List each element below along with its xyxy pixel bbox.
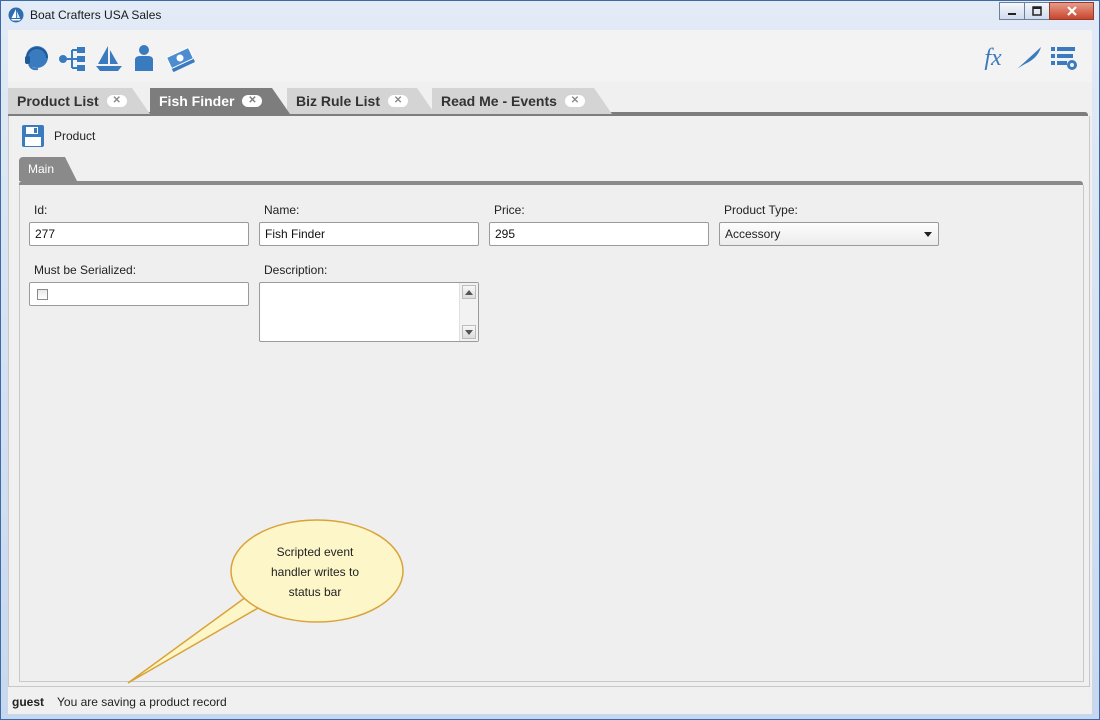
record-toolbar: Product bbox=[22, 124, 95, 148]
headset-icon-svg bbox=[25, 46, 48, 71]
tab-label: Read Me - Events bbox=[441, 93, 557, 109]
app-window: Boat Crafters USA Sales fx Product List … bbox=[0, 0, 1100, 720]
list-settings-icon[interactable] bbox=[1050, 43, 1080, 73]
must-be-serialized-field bbox=[29, 282, 249, 306]
app-sailboat-icon bbox=[8, 7, 24, 23]
status-bar: guest You are saving a product record bbox=[8, 690, 1092, 714]
sitemap-icon-svg bbox=[59, 47, 85, 71]
quill-icon[interactable] bbox=[1013, 43, 1043, 73]
maximize-icon bbox=[1032, 6, 1042, 16]
price-field[interactable]: 295 bbox=[489, 222, 709, 246]
tab-close-icon[interactable]: ✕ bbox=[565, 95, 585, 107]
id-field[interactable]: 277 bbox=[29, 222, 249, 246]
tab-close-icon[interactable]: ✕ bbox=[107, 95, 127, 107]
money-icon[interactable] bbox=[165, 43, 195, 73]
person-icon-svg bbox=[135, 45, 153, 71]
description-scrollbar[interactable] bbox=[459, 283, 478, 341]
window-title: Boat Crafters USA Sales bbox=[30, 8, 162, 22]
description-label: Description: bbox=[264, 263, 328, 277]
minimize-button[interactable] bbox=[999, 2, 1025, 20]
sitemap-icon[interactable] bbox=[58, 43, 88, 73]
status-message: You are saving a product record bbox=[57, 695, 227, 709]
list-settings-icon-svg bbox=[1051, 47, 1077, 70]
name-field[interactable]: Fish Finder bbox=[259, 222, 479, 246]
sailboat-icon[interactable] bbox=[94, 43, 124, 73]
tab-label: Biz Rule List bbox=[296, 93, 381, 109]
save-label: Product bbox=[54, 129, 96, 143]
description-field[interactable] bbox=[259, 282, 479, 342]
must-be-serialized-label: Must be Serialized: bbox=[34, 263, 137, 277]
document-tabs: Product List ✕ Fish Finder ✕ Biz Rule Li… bbox=[8, 86, 1092, 114]
quill-icon-svg bbox=[1014, 47, 1041, 71]
minimize-icon bbox=[1008, 13, 1016, 15]
product-type-select[interactable]: Accessory bbox=[719, 222, 939, 246]
window-controls bbox=[999, 2, 1094, 22]
client-area: fx Product List ✕ Fish Finder ✕ Biz Rule… bbox=[8, 30, 1092, 714]
save-icon[interactable] bbox=[22, 125, 44, 147]
product-type-label: Product Type: bbox=[724, 203, 798, 217]
product-form: Id: 277 Name: Fish Finder Price: 295 Pro… bbox=[19, 185, 1084, 682]
status-user: guest bbox=[12, 695, 45, 709]
person-icon[interactable] bbox=[129, 43, 159, 73]
tab-biz-rule-list[interactable]: Biz Rule List ✕ bbox=[287, 88, 435, 114]
close-icon bbox=[1066, 6, 1077, 16]
callout-text: Scripted event handler writes to status … bbox=[270, 545, 360, 599]
chevron-down-icon bbox=[924, 232, 932, 237]
id-label: Id: bbox=[34, 203, 48, 217]
close-button[interactable] bbox=[1049, 2, 1094, 20]
sailboat-icon-svg bbox=[96, 46, 122, 71]
tab-read-me-events[interactable]: Read Me - Events ✕ bbox=[432, 88, 612, 114]
scroll-down-icon[interactable] bbox=[462, 325, 476, 339]
tab-fish-finder[interactable]: Fish Finder ✕ bbox=[150, 88, 290, 114]
tab-label: Product List bbox=[17, 93, 99, 109]
price-label: Price: bbox=[494, 203, 525, 217]
name-label: Name: bbox=[264, 203, 300, 217]
must-be-serialized-checkbox[interactable] bbox=[37, 289, 48, 300]
scroll-up-icon[interactable] bbox=[462, 285, 476, 299]
tab-close-icon[interactable]: ✕ bbox=[388, 95, 408, 107]
tab-label: Fish Finder bbox=[159, 93, 235, 109]
function-icon[interactable]: fx bbox=[978, 43, 1008, 73]
tab-product-list[interactable]: Product List ✕ bbox=[8, 88, 150, 114]
maximize-button[interactable] bbox=[1024, 2, 1050, 20]
title-bar[interactable]: Boat Crafters USA Sales bbox=[1, 1, 1099, 29]
tab-main-label: Main bbox=[28, 162, 55, 176]
headset-icon[interactable] bbox=[22, 43, 52, 73]
product-type-value: Accessory bbox=[725, 227, 781, 241]
money-icon-svg bbox=[166, 47, 195, 72]
tab-close-icon[interactable]: ✕ bbox=[242, 95, 262, 107]
main-toolbar: fx bbox=[8, 30, 1092, 82]
function-glyph: fx bbox=[984, 44, 1002, 71]
